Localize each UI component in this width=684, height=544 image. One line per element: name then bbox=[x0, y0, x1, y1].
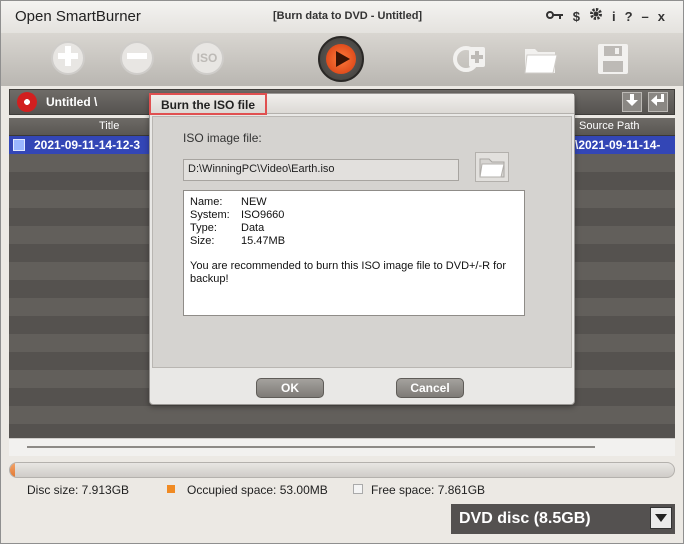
dvd-disc-icon bbox=[17, 92, 37, 112]
title-bar-controls: $ i ? – x bbox=[545, 7, 665, 26]
minus-icon bbox=[126, 44, 148, 72]
gear-icon[interactable] bbox=[589, 7, 603, 26]
row-source-path: \2021-09-11-14- bbox=[575, 138, 661, 152]
help-icon[interactable]: ? bbox=[625, 8, 633, 26]
info-value: ISO9660 bbox=[241, 209, 285, 221]
key-icon[interactable] bbox=[545, 8, 564, 26]
return-arrow-icon bbox=[651, 94, 664, 106]
plus-icon bbox=[57, 44, 79, 72]
cancel-button[interactable]: Cancel bbox=[396, 378, 464, 398]
folder-icon bbox=[479, 158, 505, 178]
info-value: 15.47MB bbox=[241, 235, 286, 247]
iso-path-field[interactable]: D:\WinningPC\Video\Earth.iso bbox=[183, 159, 459, 181]
move-down-button[interactable] bbox=[622, 92, 642, 112]
info-row: Type: Data bbox=[190, 222, 518, 235]
empty-row bbox=[9, 406, 675, 424]
scrollbar-track[interactable] bbox=[27, 446, 595, 448]
free-legend-swatch bbox=[353, 484, 363, 494]
app-window: Open SmartBurner [Burn data to DVD - Unt… bbox=[0, 0, 684, 544]
dialog-title-bar: Burn the ISO file bbox=[149, 93, 574, 115]
add-disc-icon bbox=[453, 46, 485, 72]
iso-button[interactable]: ISO bbox=[190, 41, 224, 75]
close-icon[interactable]: x bbox=[658, 8, 665, 26]
remove-files-button[interactable] bbox=[120, 41, 154, 75]
app-title: Open SmartBurner bbox=[15, 8, 141, 25]
minimize-icon[interactable]: – bbox=[642, 8, 649, 26]
info-key: Type: bbox=[190, 222, 217, 234]
add-files-button[interactable] bbox=[51, 41, 85, 75]
disc-type-select[interactable]: DVD disc (8.5GB) bbox=[451, 504, 675, 534]
disc-type-value: DVD disc (8.5GB) bbox=[459, 510, 591, 527]
burn-button[interactable] bbox=[318, 36, 364, 82]
free-space-text: Free space: 7.861GB bbox=[371, 483, 486, 497]
open-folder-button[interactable] bbox=[523, 43, 558, 75]
info-row: System: ISO9660 bbox=[190, 209, 518, 222]
occupied-legend-swatch bbox=[167, 485, 175, 493]
info-key: Name: bbox=[190, 196, 223, 208]
save-icon bbox=[598, 44, 628, 74]
info-value: Data bbox=[241, 222, 265, 234]
info-icon[interactable]: i bbox=[612, 8, 616, 26]
play-icon bbox=[326, 44, 356, 74]
dialog-body: ISO image file: D:\WinningPC\Video\Earth… bbox=[152, 116, 572, 368]
title-bar: Open SmartBurner [Burn data to DVD - Unt… bbox=[1, 1, 683, 33]
disc-size-text: Disc size: 7.913GB bbox=[27, 483, 130, 497]
info-row: Size: 15.47MB bbox=[190, 235, 518, 248]
dollar-icon[interactable]: $ bbox=[573, 8, 580, 26]
iso-info-box: Name: NEW System: ISO9660 Type: Data Siz… bbox=[183, 190, 525, 316]
document-title: [Burn data to DVD - Untitled] bbox=[273, 10, 423, 22]
column-header-title[interactable]: Title bbox=[99, 120, 119, 132]
column-header-source-path[interactable]: Source Path bbox=[579, 120, 640, 132]
file-icon bbox=[13, 139, 25, 151]
iso-label: ISO bbox=[196, 51, 218, 65]
info-value: NEW bbox=[241, 196, 267, 208]
arrow-down-icon bbox=[626, 94, 638, 106]
info-key: System: bbox=[190, 209, 230, 221]
dialog-title: Burn the ISO file bbox=[149, 93, 268, 115]
recommendation-note: You are recommended to burn this ISO ima… bbox=[190, 260, 506, 285]
info-key: Size: bbox=[190, 235, 215, 247]
disc-usage-fill bbox=[10, 463, 15, 477]
go-up-button[interactable] bbox=[648, 92, 668, 112]
empty-row bbox=[9, 424, 675, 438]
add-disc-button[interactable] bbox=[453, 43, 485, 75]
burn-iso-dialog: Burn the ISO file ISO image file: D:\Win… bbox=[149, 93, 575, 405]
horizontal-scrollbar[interactable] bbox=[9, 438, 675, 456]
folder-icon bbox=[524, 49, 558, 74]
browse-button[interactable] bbox=[475, 152, 509, 182]
disc-usage-bar bbox=[9, 462, 675, 478]
toolbar: ISO bbox=[1, 33, 683, 86]
occupied-space-text: Occupied space: 53.00MB bbox=[187, 483, 328, 497]
current-path: Untitled \ bbox=[46, 95, 98, 109]
dropdown-arrow-icon[interactable] bbox=[650, 507, 672, 529]
save-button[interactable] bbox=[597, 43, 629, 75]
info-row: Name: NEW bbox=[190, 196, 518, 209]
iso-file-label: ISO image file: bbox=[183, 131, 262, 145]
row-title: 2021-09-11-14-12-3 bbox=[34, 138, 141, 152]
ok-button[interactable]: OK bbox=[256, 378, 324, 398]
